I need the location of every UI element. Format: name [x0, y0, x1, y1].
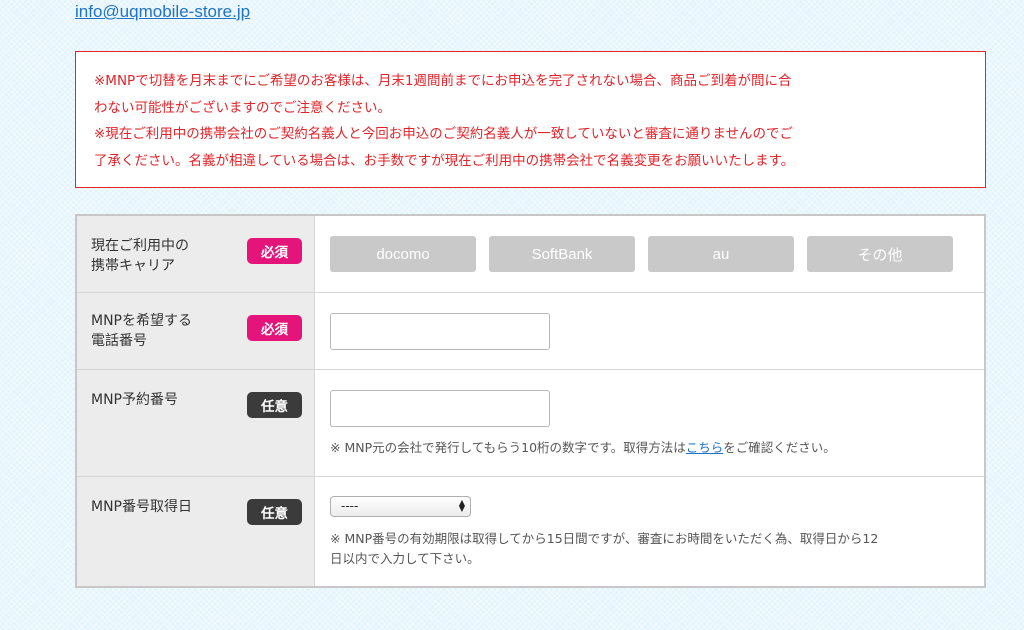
reservation-hint-text: ※ MNP元の会社で発行してもらう10桁の数字です。取得方法は — [330, 440, 686, 455]
select-updown-icon: ▲ ▼ — [458, 498, 465, 513]
carrier-value-cell: docomo SoftBank au その他 — [316, 216, 984, 292]
carrier-row: 現在ご利用中の 携帯キャリア 必須 docomo SoftBank au その他 — [77, 216, 984, 293]
phone-label-line2: 電話番号 — [91, 333, 147, 349]
reservation-row: MNP予約番号 任意 ※ MNP元の会社で発行してもらう10桁の数字です。取得方… — [77, 370, 984, 477]
notice-line: わない可能性がございますのでご注意ください。 — [94, 99, 391, 116]
date-hint-line1: ※ MNP番号の有効期限は取得してから15日間ですが、審査にお時間をいただく為、… — [330, 531, 879, 546]
acquisition-date-select[interactable]: ---- ▲ ▼ — [330, 496, 471, 517]
date-hint-line2: 日以内で入力して下さい。 — [330, 551, 480, 566]
required-badge: 必須 — [247, 315, 302, 341]
reservation-hint: ※ MNP元の会社で発行してもらう10桁の数字です。取得方法はこちらをご確認くだ… — [330, 438, 836, 458]
notice-line: 了承ください。名義が相違している場合は、お手数ですが現在ご利用中の携帯会社で名義… — [94, 152, 795, 169]
phone-label-cell: MNPを希望する 電話番号 必須 — [77, 293, 315, 369]
reservation-label: MNP予約番号 — [91, 392, 178, 408]
date-label-cell: MNP番号取得日 任意 — [77, 477, 315, 586]
phone-label-line1: MNPを希望する — [91, 313, 192, 329]
carrier-label-cell: 現在ご利用中の 携帯キャリア 必須 — [77, 216, 315, 292]
phone-value-cell — [316, 293, 984, 369]
carrier-label: 現在ご利用中の 携帯キャリア — [91, 236, 231, 276]
select-value: ---- — [341, 499, 359, 513]
phone-label: MNPを希望する 電話番号 — [91, 311, 231, 351]
notice-line: ※現在ご利用中の携帯会社のご契約名義人と今回お申込のご契約名義人が一致していない… — [94, 126, 793, 142]
phone-number-input[interactable] — [330, 313, 550, 350]
carrier-label-line1: 現在ご利用中の — [91, 238, 189, 254]
phone-row: MNPを希望する 電話番号 必須 — [77, 293, 984, 370]
carrier-au-button[interactable]: au — [648, 236, 794, 272]
reservation-label-cell: MNP予約番号 任意 — [77, 370, 315, 476]
carrier-softbank-button[interactable]: SoftBank — [489, 236, 635, 272]
date-hint: ※ MNP番号の有効期限は取得してから15日間ですが、審査にお時間をいただく為、… — [330, 529, 878, 569]
reservation-value-cell: ※ MNP元の会社で発行してもらう10桁の数字です。取得方法はこちらをご確認くだ… — [316, 370, 984, 476]
notice-line: ※MNPで切替を月末までにご希望のお客様は、月末1週間前までにお申込を完了されな… — [94, 73, 792, 89]
carrier-label-line2: 携帯キャリア — [91, 258, 175, 274]
email-link[interactable]: info@uqmobile-store.jp — [75, 2, 250, 22]
date-label: MNP番号取得日 — [91, 499, 192, 515]
carrier-other-button[interactable]: その他 — [807, 236, 953, 272]
mnp-notice-box: ※MNPで切替を月末までにご希望のお客様は、月末1週間前までにお申込を完了されな… — [75, 51, 986, 188]
reservation-hint-text-end: をご確認ください。 — [723, 440, 836, 455]
reservation-number-input[interactable] — [330, 390, 550, 427]
optional-badge: 任意 — [247, 392, 302, 418]
carrier-docomo-button[interactable]: docomo — [330, 236, 476, 272]
date-value-cell: ---- ▲ ▼ ※ MNP番号の有効期限は取得してから15日間ですが、審査にお時… — [316, 477, 984, 586]
optional-badge: 任意 — [247, 499, 302, 525]
mnp-form-table: 現在ご利用中の 携帯キャリア 必須 docomo SoftBank au その他… — [75, 214, 986, 588]
reservation-howto-link[interactable]: こちら — [686, 440, 724, 455]
required-badge: 必須 — [247, 238, 302, 264]
date-row: MNP番号取得日 任意 ---- ▲ ▼ ※ MNP番号の有効期限は取得してから1… — [77, 477, 984, 586]
